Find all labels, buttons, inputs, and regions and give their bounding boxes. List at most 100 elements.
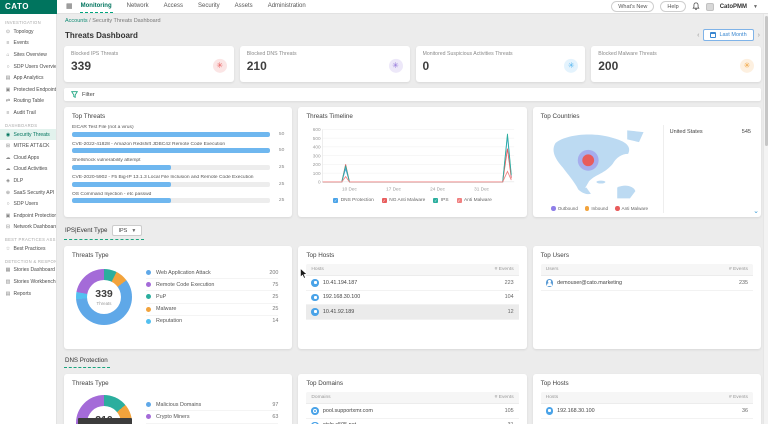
sidebar-item-topology[interactable]: ⊙Topology — [0, 26, 56, 38]
sidebar-item-label: Topology — [14, 29, 34, 35]
table-row-pool-supportxmr-com[interactable]: pool.supportxmr.com105 — [306, 404, 518, 419]
stat-card-blocked-dns-threats[interactable]: Blocked DNS Threats210✳ — [240, 46, 410, 82]
apps-grid-icon[interactable]: ▦ — [66, 3, 73, 10]
table-row-10-41-194-187[interactable]: 10.41.194.187223 — [306, 276, 518, 291]
reports-icon: ▤ — [5, 291, 11, 297]
threat-bar-fill[interactable] — [72, 132, 270, 137]
stat-card-blocked-ips-threats[interactable]: Blocked IPS Threats339✳ — [64, 46, 234, 82]
sidebar-item-stories-workbench[interactable]: ▥Stories Workbench — [0, 276, 56, 288]
stat-card-blocked-malware-threats[interactable]: Blocked Malware Threats200✳ — [591, 46, 761, 82]
event-type-select[interactable]: IPS ▼ — [112, 225, 142, 236]
map-legend-outbound[interactable]: Outbound — [551, 206, 578, 211]
table-row-demouser-cato-marketing[interactable]: demouser@cato.marketing235 — [541, 276, 753, 291]
sidebar-item-app-analytics[interactable]: ▤App Analytics — [0, 72, 56, 84]
country-value: 545 — [742, 129, 751, 135]
tab-monitoring[interactable]: Monitoring — [80, 0, 113, 13]
country-row-united-states[interactable]: United States545 — [670, 128, 751, 136]
date-range-label: Last Month — [719, 32, 746, 38]
legend-checkbox-icon[interactable]: ✓ — [333, 198, 338, 203]
ips-threats-donut-chart[interactable]: 339 Threats — [76, 269, 132, 325]
svg-text:0: 0 — [318, 179, 321, 185]
sidebar-item-saas-security-api[interactable]: ⊕SaaS Security API — [0, 187, 56, 199]
svg-text:17 Dec: 17 Dec — [386, 187, 401, 193]
table-row-10-41-92-189[interactable]: 10.41.92.18912 — [306, 305, 518, 320]
tab-assets[interactable]: Assets — [234, 0, 254, 13]
whats-new-button[interactable]: What's New — [611, 1, 654, 12]
cato-logo[interactable]: CATO — [0, 0, 57, 14]
timeline-legend-ng-anti-malware[interactable]: ✓NG Anti Malware — [382, 198, 426, 203]
sidebar-item-mitre-att-ck[interactable]: ⊞MITRE ATT&CK — [0, 140, 56, 152]
timeline-legend-dns-protection[interactable]: ✓DNS Protection — [333, 198, 374, 203]
sidebar-item-reports[interactable]: ▤Reports — [0, 288, 56, 300]
ips-top-hosts-table: Hosts# Events10.41.194.187223192.168.30.… — [306, 264, 518, 320]
tab-network[interactable]: Network — [126, 0, 150, 13]
sidebar-item-cloud-apps[interactable]: ☁Cloud Apps — [0, 152, 56, 164]
table-row-192-168-30-100[interactable]: 192.168.30.100104 — [306, 291, 518, 306]
sidebar-item-protected-endpoints[interactable]: ▣Protected Endpoints — [0, 84, 56, 96]
donut-legend-crypto-miners[interactable]: Crypto Miners63 — [146, 411, 278, 423]
filter-bar[interactable]: Filter — [64, 88, 761, 101]
donut-legend-malicious-domains[interactable]: Malicious Domains97 — [146, 399, 278, 411]
date-range-button[interactable]: Last Month — [703, 29, 753, 41]
sidebar-section-detection-response: DETECTION & RESPONSE — [0, 255, 56, 265]
table-row-stsln-c505-net[interactable]: stsln.c505.net31 — [306, 419, 518, 424]
donut-legend-remote-code-execution[interactable]: Remote Code Execution75 — [146, 279, 278, 291]
sidebar-item-label: Sites Overview — [14, 52, 47, 58]
account-avatar[interactable] — [706, 3, 714, 11]
account-name[interactable]: CatoPMM — [720, 4, 747, 10]
help-button[interactable]: Help — [660, 1, 685, 12]
page-scrollbar[interactable] — [763, 14, 768, 424]
sidebar-item-best-practices[interactable]: ☆Best Practices — [0, 243, 56, 255]
donut-legend-reputation[interactable]: Reputation14 — [146, 316, 278, 327]
table-row-192-168-30-100[interactable]: 192.168.30.10036 — [541, 404, 753, 419]
threat-bar-eicar-test-file-not-a-virus: EICAR Test File (not a virus)50 — [72, 125, 284, 137]
sidebar-item-cloud-activities[interactable]: ☁Cloud Activities — [0, 164, 56, 176]
donut-legend-malware[interactable]: Malware25 — [146, 304, 278, 316]
donut-legend-web-application-attack[interactable]: Web Application Attack200 — [146, 267, 278, 279]
column-header: Hosts — [311, 267, 324, 272]
sidebar-item-events[interactable]: ≡Events — [0, 38, 56, 50]
tab-administration[interactable]: Administration — [267, 0, 307, 13]
threat-bar-fill[interactable] — [72, 182, 171, 187]
donut-legend-pup[interactable]: PuP25 — [146, 291, 278, 303]
threat-bar-fill[interactable] — [72, 148, 270, 153]
scrollbar-thumb[interactable] — [765, 16, 768, 146]
sidebar-item-routing-table[interactable]: ⇄Routing Table — [0, 96, 56, 108]
sidebar-item-sdp-users[interactable]: ○SDP Users — [0, 198, 56, 210]
legend-checkbox-icon[interactable]: ✓ — [382, 198, 387, 203]
account-menu-caret-icon[interactable]: ▼ — [753, 4, 758, 10]
world-map[interactable]: Outbound Inbound Anti Malware — [541, 125, 664, 213]
expand-panel-chevron-icon[interactable]: ⌄ — [753, 208, 759, 215]
sidebar-item-endpoint-protection[interactable]: ▣Endpoint Protection — [0, 210, 56, 222]
notifications-bell-icon[interactable] — [692, 2, 700, 11]
sidebar-item-network-dashboard[interactable]: ⊟Network Dashboard — [0, 222, 56, 234]
sidebar-item-sites-overview[interactable]: ⌂Sites Overview — [0, 49, 56, 61]
table-header: Hosts# Events — [541, 392, 753, 404]
ips-donut-sublabel: Threats — [97, 301, 112, 306]
ips-donut-total: 339 — [95, 288, 113, 300]
stat-card-label: Blocked DNS Threats — [247, 51, 403, 57]
threat-bar-fill[interactable] — [72, 165, 171, 170]
date-next-chevron-icon[interactable]: › — [758, 32, 760, 39]
stat-card-monitored-suspicious-activities-threats[interactable]: Monitored Suspicious Activities Threats0… — [416, 46, 586, 82]
sidebar-item-dlp[interactable]: ◈DLP — [0, 175, 56, 187]
legend-checkbox-icon[interactable]: ✓ — [457, 198, 462, 203]
timeline-legend-ips[interactable]: ✓IPS — [433, 198, 448, 203]
threat-bar-fill[interactable] — [72, 198, 171, 203]
sidebar-item-security-threats[interactable]: ◉Security Threats — [0, 129, 56, 141]
sidebar-item-audit-trail[interactable]: ≡Audit Trail — [0, 107, 56, 119]
map-legend-anti-malware[interactable]: Anti Malware — [615, 206, 648, 211]
timeline-legend-anti-malware[interactable]: ✓Anti Malware — [457, 198, 492, 203]
top-users-panel: Top Users Users# Eventsdemouser@cato.mar… — [533, 246, 761, 349]
map-threat-bubble-inner[interactable] — [582, 154, 594, 166]
breadcrumb-accounts-link[interactable]: Accounts — [65, 18, 88, 24]
tab-security[interactable]: Security — [197, 0, 221, 13]
date-prev-chevron-icon[interactable]: ‹ — [697, 32, 699, 39]
map-legend-inbound[interactable]: Inbound — [585, 206, 608, 211]
sidebar-item-sdp-users-overview[interactable]: ○SDP Users Overview — [0, 61, 56, 73]
sidebar-item-stories-dashboard[interactable]: ▦Stories Dashboard — [0, 265, 56, 277]
stat-card-label: Blocked Malware Threats — [598, 51, 754, 57]
donut-legend-label: PuP — [156, 294, 166, 300]
legend-checkbox-icon[interactable]: ✓ — [433, 198, 438, 203]
tab-access[interactable]: Access — [163, 0, 184, 13]
